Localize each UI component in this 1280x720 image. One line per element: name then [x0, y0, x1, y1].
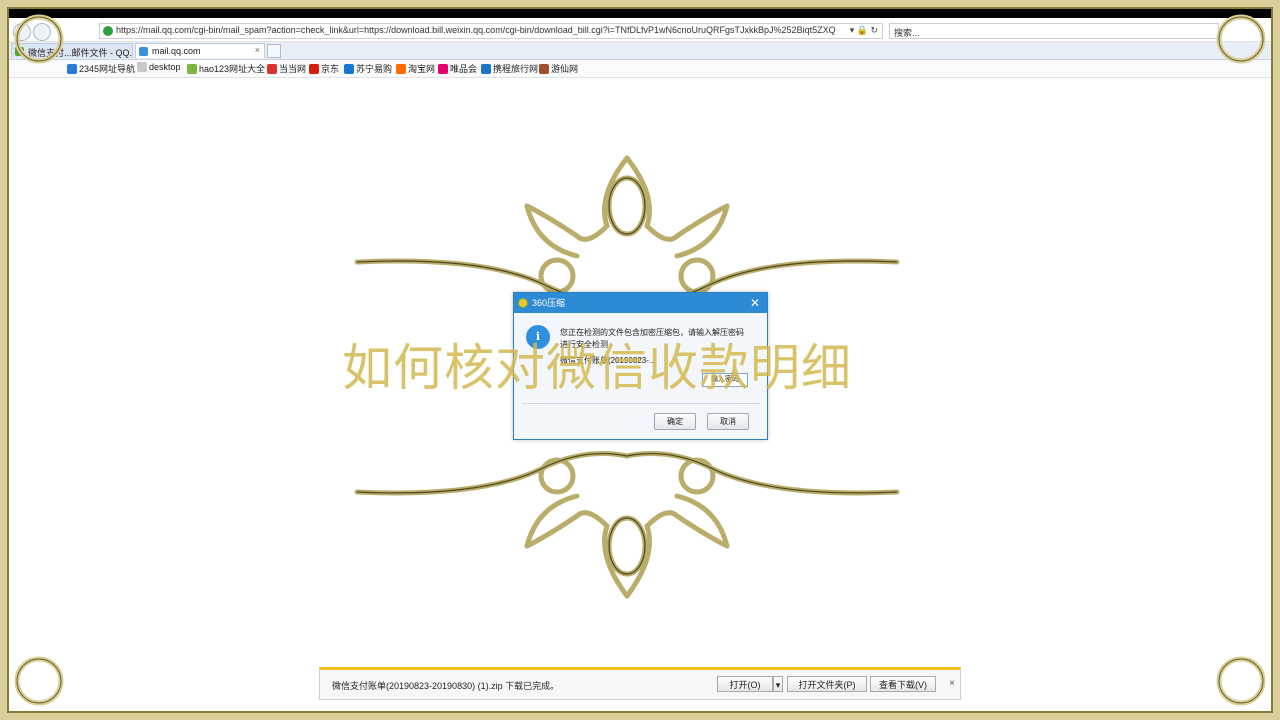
close-icon[interactable]: ✕	[750, 293, 760, 313]
favorite-icon	[344, 64, 354, 74]
new-tab-button[interactable]	[267, 44, 281, 58]
close-tab-icon[interactable]: ×	[255, 45, 260, 55]
favorite-hao123[interactable]: hao123网址大全	[187, 62, 265, 75]
address-bar[interactable]: https://mail.qq.com/cgi-bin/mail_spam?ac…	[99, 23, 883, 39]
corner-ornament-icon	[1216, 656, 1266, 706]
url-text[interactable]: https://mail.qq.com/cgi-bin/mail_spam?ac…	[116, 25, 836, 35]
favorite-2345[interactable]: 2345网址导航	[67, 62, 135, 75]
divider	[522, 403, 760, 404]
favorite-ctrip[interactable]: 携程旅行网	[481, 62, 538, 75]
favorite-icon	[481, 64, 491, 74]
favorite-taobao[interactable]: 淘宝网	[396, 62, 435, 75]
search-input[interactable]: 搜索...	[889, 23, 1219, 39]
favorite-icon	[539, 64, 549, 74]
favorite-icon	[309, 64, 319, 74]
ok-button[interactable]: 确定	[654, 413, 696, 430]
favorite-dangdang[interactable]: 当当网	[267, 62, 306, 75]
video-caption: 如何核对微信收款明细	[342, 339, 852, 397]
favorite-desktop[interactable]: desktop	[137, 62, 181, 72]
favorite-icon	[396, 64, 406, 74]
download-bar: 微信支付账单(20190823-20190830) (1).zip 下载已完成。…	[319, 667, 961, 700]
favorite-jd[interactable]: 京东	[309, 62, 339, 75]
favorite-youxian[interactable]: 游仙网	[539, 62, 578, 75]
favorite-vip[interactable]: 唯品会	[438, 62, 477, 75]
tab-strip: 微信支付...邮件文件 - QQ... mail.qq.com ×	[7, 42, 1273, 60]
favorite-icon	[438, 64, 448, 74]
favorite-icon	[137, 62, 147, 72]
view-downloads-button[interactable]: 查看下载(V)	[870, 676, 936, 692]
cancel-button[interactable]: 取消	[707, 413, 749, 430]
open-folder-button[interactable]: 打开文件夹(P)	[787, 676, 867, 692]
favorite-icon	[267, 64, 277, 74]
tab-mail-qq[interactable]: mail.qq.com ×	[135, 43, 265, 58]
corner-ornament-icon	[14, 656, 64, 706]
close-icon[interactable]: ×	[949, 678, 955, 689]
address-row: https://mail.qq.com/cgi-bin/mail_spam?ac…	[7, 23, 1273, 42]
dialog-title: 360压缩	[532, 298, 566, 308]
address-tools-icon[interactable]: ▾ 🔒 ↻	[850, 25, 878, 36]
corner-ornament-icon	[14, 14, 64, 64]
favorites-bar: 2345网址导航 desktop hao123网址大全 当当网 京东 苏宁易购 …	[7, 60, 1273, 78]
open-button[interactable]: 打开(O)	[717, 676, 773, 692]
dialog-title-bar: 360压缩 ✕	[514, 293, 767, 313]
tab-label: mail.qq.com	[152, 46, 201, 56]
favorite-icon	[187, 64, 197, 74]
corner-ornament-icon	[1216, 14, 1266, 64]
download-message: 微信支付账单(20190823-20190830) (1).zip 下载已完成。	[332, 681, 560, 691]
favorite-suning[interactable]: 苏宁易购	[344, 62, 392, 75]
site-icon	[103, 26, 113, 36]
open-dropdown-icon[interactable]: ▾	[773, 676, 783, 692]
video-frame: https://mail.qq.com/cgi-bin/mail_spam?ac…	[0, 0, 1280, 720]
360-logo-icon	[518, 298, 528, 308]
page-icon	[139, 47, 148, 56]
